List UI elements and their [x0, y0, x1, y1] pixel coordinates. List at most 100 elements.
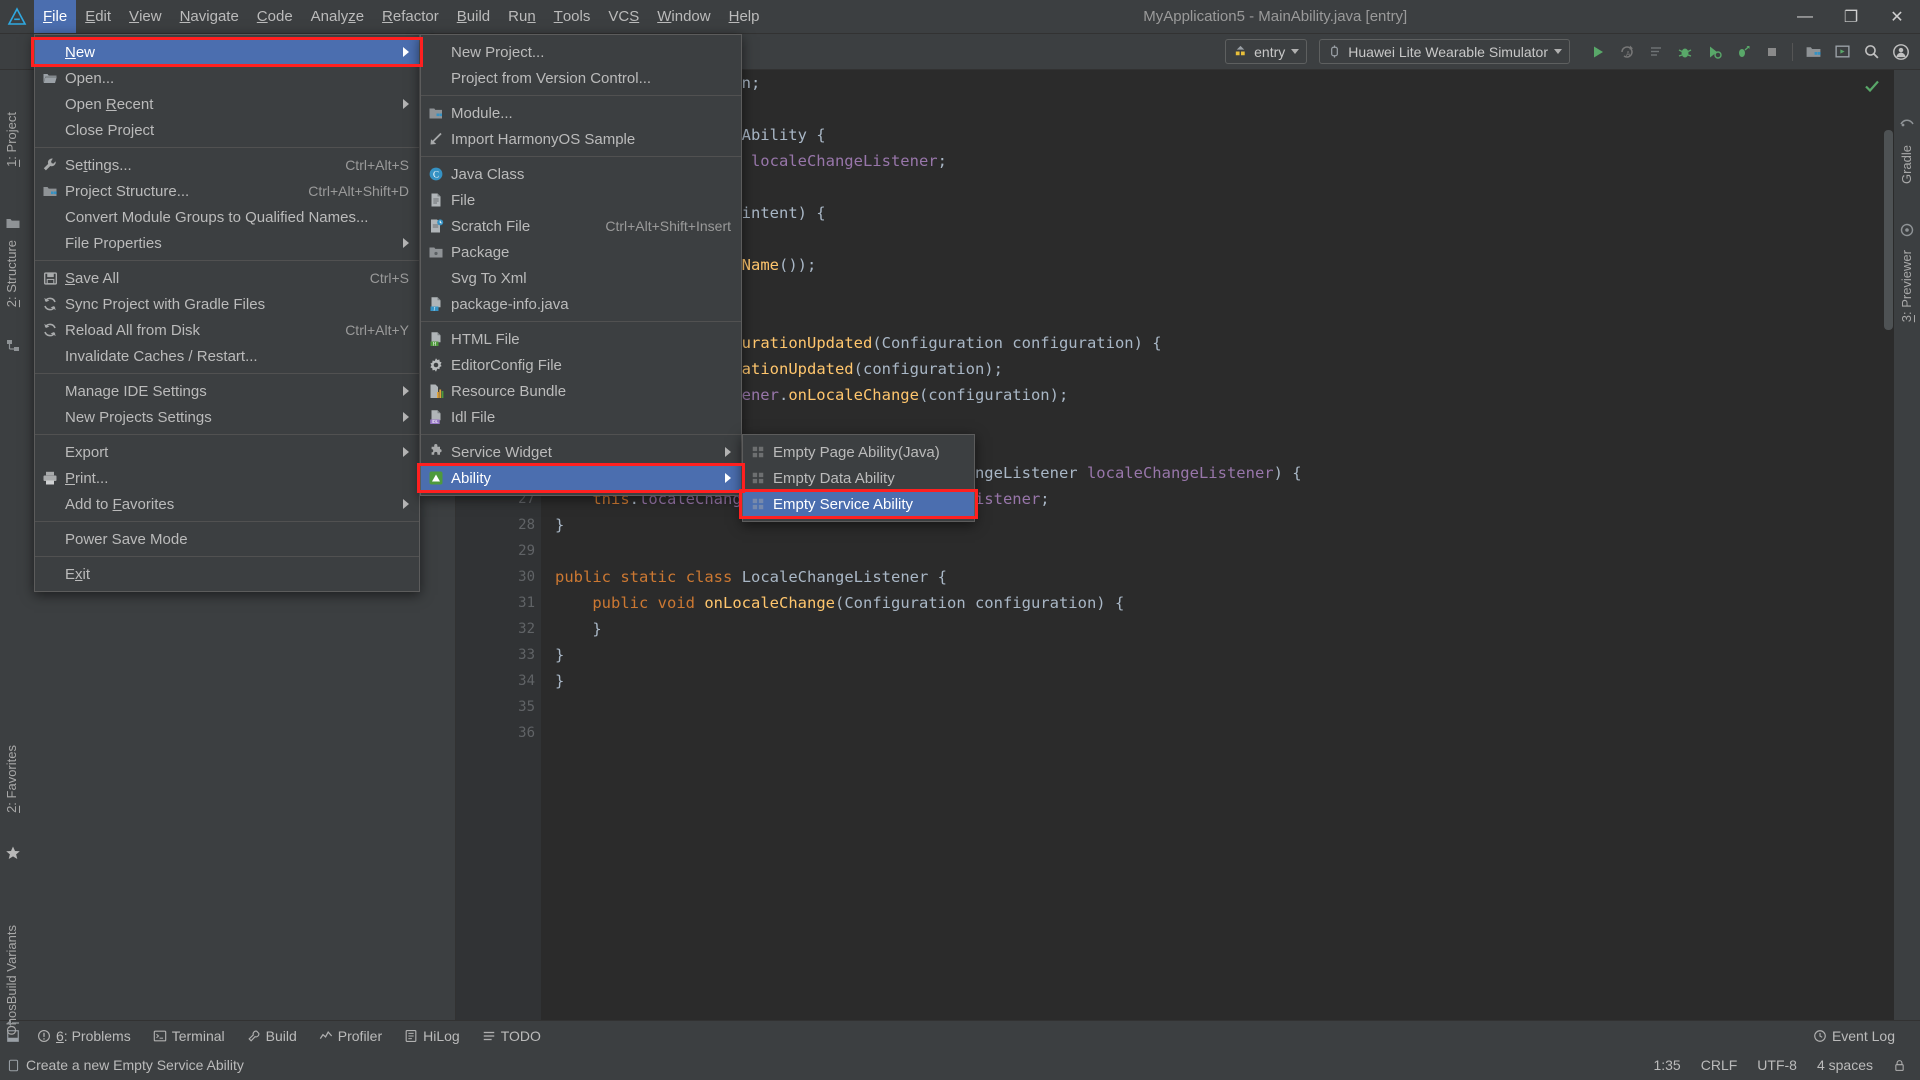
menubar-item-edit[interactable]: Edit [76, 0, 120, 33]
menu-item-html-file[interactable]: H HTML File [421, 326, 741, 352]
menubar-item-tools[interactable]: Tools [545, 0, 600, 33]
profile-icon[interactable] [1729, 38, 1756, 65]
menu-item-ability[interactable]: Ability [421, 465, 741, 491]
gutter-line-number[interactable]: 29 [456, 538, 541, 564]
module-selector[interactable]: entry [1225, 39, 1308, 64]
menu-item-service-widget[interactable]: Service Widget [421, 439, 741, 465]
menubar-item-analyze[interactable]: Analy z e [302, 0, 373, 33]
menu-item-file[interactable]: File [421, 187, 741, 213]
menu-item-sync-project-with-gradle-files[interactable]: Sync Project with Gradle Files [35, 291, 419, 317]
left-tool-strip[interactable]: 1: Project 2: Structure 2: Favorites Oho… [0, 70, 26, 1035]
menu-item-import-harmonyos-sample[interactable]: Import HarmonyOS Sample [421, 126, 741, 152]
menubar-item-navigate[interactable]: Navigate [171, 0, 248, 33]
gutter-line-number[interactable]: 34 [456, 668, 541, 694]
status-encoding[interactable]: UTF-8 [1757, 1057, 1797, 1073]
new-submenu[interactable]: New Project... Project from Version Contr… [420, 34, 742, 496]
menu-item-empty-data-ability[interactable]: Empty Data Ability [743, 465, 974, 491]
menubar-item-help[interactable]: Help [720, 0, 769, 33]
menubar-item-code[interactable]: Code [248, 0, 302, 33]
project-structure-icon[interactable] [1800, 38, 1827, 65]
status-memory-icon[interactable] [0, 1059, 26, 1072]
right-tool-strip[interactable]: Gradle 3: Previewer [1894, 70, 1920, 1020]
menu-item-project-from-version-control[interactable]: Project from Version Control... [421, 65, 741, 91]
menu-item-open-recent[interactable]: Open Recent [35, 91, 419, 117]
menu-item-scratch-file[interactable]: Scratch File Ctrl+Alt+Shift+Insert [421, 213, 741, 239]
bottom-tab-terminal[interactable]: Terminal [142, 1028, 236, 1044]
run-icon[interactable] [1584, 38, 1611, 65]
menubar-item-refactor[interactable]: Refactor [373, 0, 448, 33]
menu-item-print[interactable]: Print... [35, 465, 419, 491]
window-controls[interactable]: — ❐ ✕ [1782, 0, 1920, 34]
bottom-tab-build[interactable]: Build [236, 1028, 308, 1044]
menu-item-editorconfig-file[interactable]: EditorConfig File [421, 352, 741, 378]
menu-item-convert-module-groups-to-qualified-names[interactable]: Convert Module Groups to Qualified Names… [35, 204, 419, 230]
menu-item-resource-bundle[interactable]: Resource Bundle [421, 378, 741, 404]
bottom-tab-event-log[interactable]: Event Log [1802, 1028, 1906, 1044]
menubar-item-build[interactable]: Build [448, 0, 499, 33]
menu-item-exit[interactable]: Exit [35, 561, 419, 587]
menu-item-open[interactable]: Open... [35, 65, 419, 91]
menu-item-file-properties[interactable]: File Properties [35, 230, 419, 256]
menu-item-new[interactable]: New [35, 39, 419, 65]
menu-item-export[interactable]: Export [35, 439, 419, 465]
minimize-button[interactable]: — [1782, 0, 1828, 34]
menu-item-close-project[interactable]: Close Project [35, 117, 419, 143]
menu-bar[interactable]: File Edit View Navigate Code Analy z e Refactor B… [34, 0, 768, 33]
menu-item-module[interactable]: Module... [421, 100, 741, 126]
gutter-line-number[interactable]: 31 [456, 590, 541, 616]
menubar-item-run[interactable]: Ru n [499, 0, 545, 33]
status-indent[interactable]: 4 spaces [1817, 1057, 1873, 1073]
bottom-tab-hilog[interactable]: HiLog [393, 1028, 471, 1044]
close-button[interactable]: ✕ [1874, 0, 1920, 34]
menu-item-new-projects-settings[interactable]: New Projects Settings [35, 404, 419, 430]
maximize-button[interactable]: ❐ [1828, 0, 1874, 34]
menu-item-save-all[interactable]: Save All Ctrl+S [35, 265, 419, 291]
account-icon[interactable] [1887, 38, 1914, 65]
menu-item-java-class[interactable]: C Java Class [421, 161, 741, 187]
tool-window-favorites[interactable]: 2: Favorites [4, 745, 19, 813]
rerun-icon[interactable]: A [1613, 38, 1640, 65]
ability-submenu[interactable]: Empty Page Ability(Java) Empty Data Abili… [742, 434, 975, 522]
search-everywhere-icon[interactable] [1858, 38, 1885, 65]
menu-item-manage-ide-settings[interactable]: Manage IDE Settings [35, 378, 419, 404]
stop-icon[interactable] [1758, 38, 1785, 65]
inspection-status-icon[interactable] [1864, 78, 1880, 94]
gutter-line-number[interactable]: 35 [456, 694, 541, 720]
menubar-item-file[interactable]: File [34, 0, 77, 33]
status-line-separator[interactable]: CRLF [1701, 1057, 1738, 1073]
run-list-icon[interactable] [1642, 38, 1669, 65]
tool-window-structure[interactable]: 2: Structure [4, 240, 19, 307]
gutter-line-number[interactable]: 36 [456, 720, 541, 746]
menu-item-invalidate-caches-restart[interactable]: Invalidate Caches / Restart... [35, 343, 419, 369]
menu-item-power-save-mode[interactable]: Power Save Mode [35, 526, 419, 552]
gutter-line-number[interactable]: 33 [456, 642, 541, 668]
menu-item-new-project[interactable]: New Project... [421, 39, 741, 65]
bottom-tab-todo[interactable]: TODO [471, 1028, 552, 1044]
menubar-item-view[interactable]: View [120, 0, 171, 33]
bottom-tab-profiler[interactable]: Profiler [308, 1028, 393, 1044]
status-caret-position[interactable]: 1:35 [1653, 1057, 1680, 1073]
menu-item-package-info-java[interactable]: Jpackage-info.java [421, 291, 741, 317]
menu-item-settings[interactable]: Settings... Ctrl+Alt+S [35, 152, 419, 178]
device-selector[interactable]: Huawei Lite Wearable Simulator [1319, 39, 1570, 64]
file-menu[interactable]: New Open... Open Recent Close Project Settin… [34, 34, 420, 592]
bottom-tab-6-problems[interactable]: 6: Problems [26, 1028, 142, 1044]
editor-scrollbar[interactable] [1884, 70, 1893, 1020]
gutter-line-number[interactable]: 28 [456, 512, 541, 538]
menu-item-reload-all-from-disk[interactable]: Reload All from Disk Ctrl+Alt+Y [35, 317, 419, 343]
menu-item-add-to-favorites[interactable]: Add to Favorites [35, 491, 419, 517]
status-lock-icon[interactable] [1893, 1058, 1906, 1073]
menubar-item-window[interactable]: Window [648, 0, 719, 33]
tool-window-previewer[interactable]: 3: Previewer [1899, 250, 1914, 322]
menu-item-project-structure[interactable]: Project Structure... Ctrl+Alt+Shift+D [35, 178, 419, 204]
tool-window-gradle[interactable]: Gradle [1899, 145, 1914, 184]
menu-item-package[interactable]: Package [421, 239, 741, 265]
editor-code[interactable]: example.myapplication;bility MainAbility … [541, 70, 1894, 1020]
bottom-tool-bar[interactable]: 6: Problems Terminal Build Profiler HiLog TOD… [0, 1020, 1920, 1050]
menu-item-idl-file[interactable]: IDL Idl File [421, 404, 741, 430]
menubar-item-vcs[interactable]: VC S [599, 0, 648, 33]
gutter-line-number[interactable]: 32 [456, 616, 541, 642]
tool-window-project[interactable]: 1: Project [4, 112, 19, 167]
coverage-icon[interactable] [1700, 38, 1727, 65]
device-manager-icon[interactable] [1829, 38, 1856, 65]
